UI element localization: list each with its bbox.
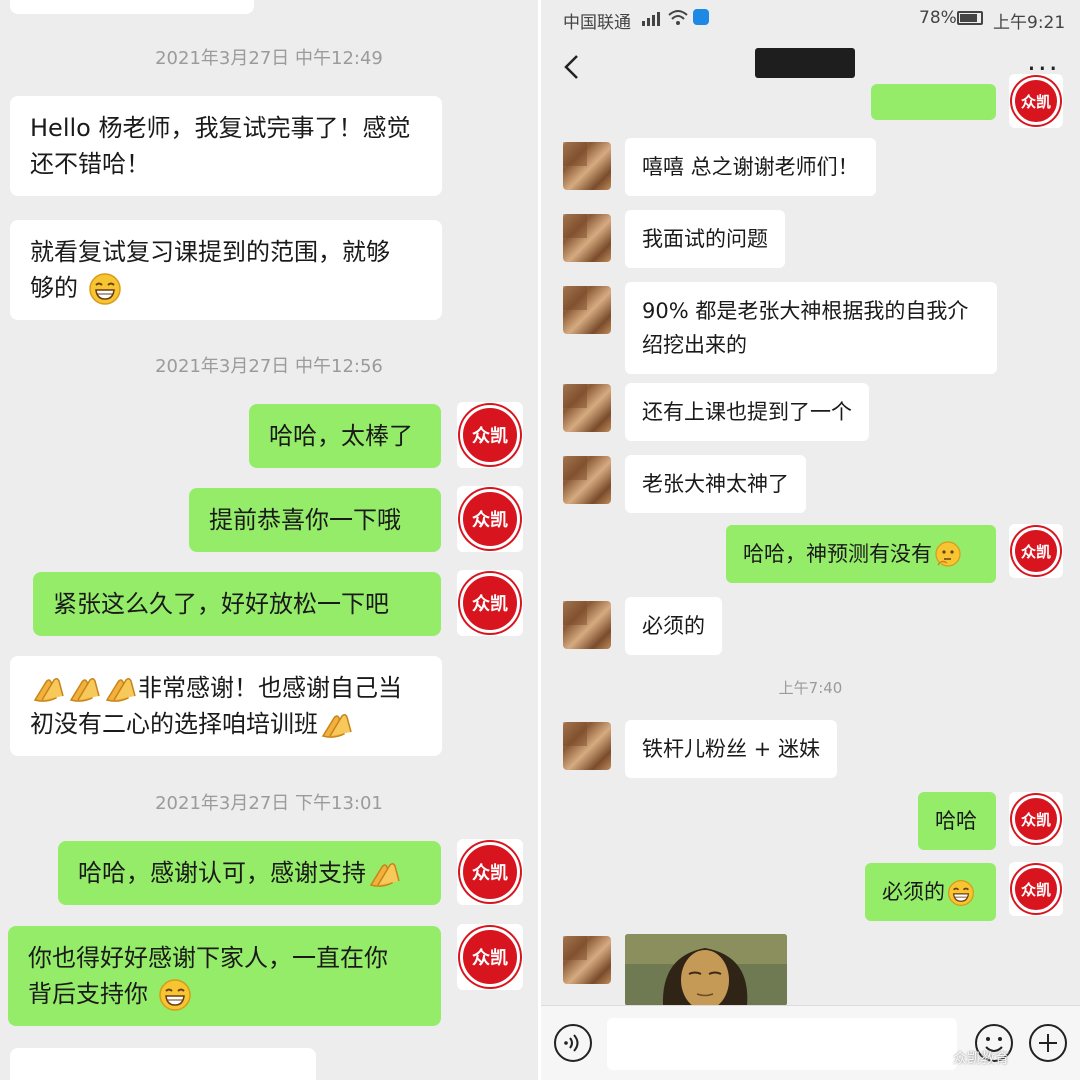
message-bubble[interactable]: 90% 都是老张大神根据我的自我介 绍挖出来的 xyxy=(625,282,997,374)
message-bubble[interactable]: Hello 杨老师，我复试完事了！感觉 还不错哈！ xyxy=(10,96,442,196)
message-line: 绍挖出来的 xyxy=(642,333,747,357)
left-chat-panel: 2021年3月27日 中午12:49 Hello 杨老师，我复试完事了！感觉 还… xyxy=(0,0,538,1080)
message-line: 老张大神太神了 xyxy=(642,472,789,496)
carrier-label: 中国联通 xyxy=(563,13,631,33)
message-bubble[interactable]: 老张大神太神了 xyxy=(625,455,806,513)
contact-avatar[interactable] xyxy=(563,601,611,649)
avatar[interactable]: 众凯 xyxy=(457,486,523,552)
avatar[interactable]: 众凯 xyxy=(1009,74,1063,128)
message-line: 哈哈，感谢认可，感谢支持 xyxy=(78,855,421,891)
message-line: Hello 杨老师，我复试完事了！感觉 xyxy=(30,114,411,142)
timestamp: 2021年3月27日 下午13:01 xyxy=(155,793,383,814)
timestamp: 2021年3月27日 中午12:56 xyxy=(155,356,383,377)
right-chat-panel: 中国联通 78% 上午9:21 ··· 众凯 嘻嘻 总之谢谢老师们！ 我面试的问… xyxy=(541,0,1080,1080)
message-line: 初没有二心的选择咱培训班 xyxy=(30,706,422,742)
timestamp: 2021年3月27日 中午12:49 xyxy=(155,48,383,69)
message-bubble[interactable]: 必须的 xyxy=(865,863,996,921)
message-line: 还有上课也提到了一个 xyxy=(642,400,852,424)
portrait-image xyxy=(625,934,787,1006)
message-bubble-partial-bottom[interactable] xyxy=(10,1048,316,1080)
message-input[interactable] xyxy=(607,1018,957,1070)
message-bubble[interactable]: 哈哈 xyxy=(918,792,996,850)
avatar[interactable]: 众凯 xyxy=(1009,524,1063,578)
contact-name-redacted xyxy=(755,48,855,78)
message-bubble[interactable]: 非常感谢！也感谢自己当 初没有二心的选择咱培训班 xyxy=(10,656,442,756)
message-bubble[interactable]: 还有上课也提到了一个 xyxy=(625,383,869,441)
wifi-icon xyxy=(668,10,688,25)
message-line: 背后支持你 xyxy=(28,976,421,1012)
message-bubble[interactable]: 哈哈，太棒了 xyxy=(249,404,441,468)
message-bubble[interactable]: 必须的 xyxy=(625,597,722,655)
status-time: 上午9:21 xyxy=(993,13,1066,33)
message-line: 哈哈，太棒了 xyxy=(269,422,413,450)
grinning-emoji xyxy=(158,979,191,1011)
image-message[interactable] xyxy=(625,934,787,1006)
message-bubble[interactable]: 铁杆儿粉丝 + 迷妹 xyxy=(625,720,837,778)
message-bubble[interactable]: 紧张这么久了，好好放松一下吧 xyxy=(33,572,441,636)
message-line: 嘻嘻 总之谢谢老师们！ xyxy=(642,155,859,179)
battery-icon xyxy=(957,11,983,25)
contact-avatar[interactable] xyxy=(563,286,611,334)
timestamp: 上午7:40 xyxy=(778,679,843,697)
message-line: 还不错哈！ xyxy=(30,150,150,178)
voice-icon[interactable] xyxy=(553,1023,593,1063)
avatar[interactable]: 众凯 xyxy=(457,924,523,990)
contact-avatar[interactable] xyxy=(563,936,611,984)
app-notification-icon xyxy=(693,9,709,25)
message-line: 够的 xyxy=(30,270,422,306)
message-line: 紧张这么久了，好好放松一下吧 xyxy=(53,590,389,618)
message-bubble[interactable]: 哈哈，神预测有没有 xyxy=(726,525,996,583)
message-line: 必须的 xyxy=(882,875,979,909)
message-line: 必须的 xyxy=(642,614,705,638)
contact-avatar[interactable] xyxy=(563,722,611,770)
message-line: 哈哈，神预测有没有 xyxy=(743,537,979,571)
contact-avatar[interactable] xyxy=(563,142,611,190)
clapping-hands-emoji xyxy=(369,862,400,887)
thinking-emoji xyxy=(935,541,961,567)
message-line: 非常感谢！也感谢自己当 xyxy=(30,670,422,706)
message-line: 就看复试复习课提到的范围，就够 xyxy=(30,238,390,266)
avatar[interactable]: 众凯 xyxy=(1009,862,1063,916)
clapping-hands-emoji xyxy=(69,677,100,702)
chat-header: ··· xyxy=(541,38,1080,98)
message-bubble-partial-top[interactable] xyxy=(871,84,996,120)
clapping-hands-emoji xyxy=(33,677,64,702)
grinning-emoji xyxy=(88,273,121,305)
clapping-hands-emoji xyxy=(321,713,352,738)
message-bubble[interactable]: 你也得好好感谢下家人，一直在你 背后支持你 xyxy=(8,926,441,1026)
message-bubble[interactable]: 提前恭喜你一下哦 xyxy=(189,488,441,552)
message-bubble[interactable]: 就看复试复习课提到的范围，就够 够的 xyxy=(10,220,442,320)
input-bar: 众凯教育 xyxy=(541,1005,1080,1080)
avatar[interactable]: 众凯 xyxy=(457,839,523,905)
back-icon[interactable] xyxy=(555,50,589,84)
message-bubble[interactable]: 嘻嘻 总之谢谢老师们！ xyxy=(625,138,876,196)
message-line: 提前恭喜你一下哦 xyxy=(209,506,401,534)
avatar[interactable]: 众凯 xyxy=(457,402,523,468)
contact-avatar[interactable] xyxy=(563,456,611,504)
clapping-hands-emoji xyxy=(105,677,136,702)
message-bubble[interactable]: 我面试的问题 xyxy=(625,210,785,268)
grinning-emoji xyxy=(948,880,974,906)
message-line: 我面试的问题 xyxy=(642,227,768,251)
avatar[interactable]: 众凯 xyxy=(1009,792,1063,846)
add-icon[interactable] xyxy=(1028,1023,1068,1063)
contact-avatar[interactable] xyxy=(563,384,611,432)
signal-icon xyxy=(642,12,660,26)
avatar[interactable]: 众凯 xyxy=(457,570,523,636)
message-line: 你也得好好感谢下家人，一直在你 xyxy=(28,944,388,972)
status-bar: 中国联通 78% 上午9:21 xyxy=(541,0,1080,36)
contact-avatar[interactable] xyxy=(563,214,611,262)
message-bubble-partial-top[interactable] xyxy=(10,0,254,14)
message-line: 铁杆儿粉丝 + 迷妹 xyxy=(642,737,820,761)
message-bubble[interactable]: 哈哈，感谢认可，感谢支持 xyxy=(58,841,441,905)
message-line: 哈哈 xyxy=(935,809,977,833)
battery-percentage: 78% xyxy=(919,8,957,28)
watermark: 众凯教育 xyxy=(953,1051,1009,1067)
message-line: 90% 都是老张大神根据我的自我介 xyxy=(642,299,969,323)
